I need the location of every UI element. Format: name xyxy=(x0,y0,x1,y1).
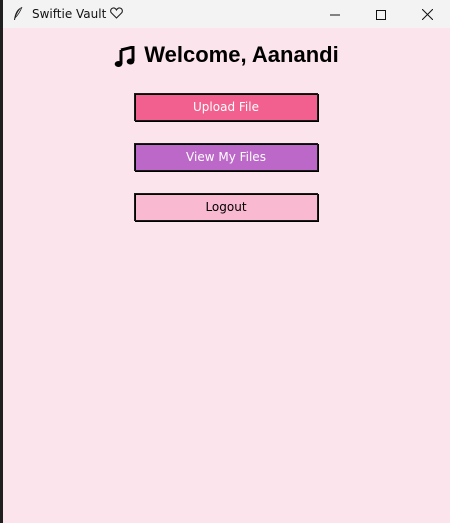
window-controls xyxy=(312,0,450,28)
window-title: Swiftie Vault xyxy=(32,7,107,21)
view-my-files-label: View My Files xyxy=(186,150,266,164)
music-note-icon xyxy=(114,45,136,68)
title-bar[interactable]: Swiftie Vault xyxy=(3,0,450,28)
minimize-icon xyxy=(330,5,340,24)
upload-file-button[interactable]: Upload File xyxy=(134,93,318,121)
logout-button[interactable]: Logout xyxy=(134,193,318,221)
logout-label: Logout xyxy=(205,200,247,214)
minimize-button[interactable] xyxy=(312,0,358,28)
welcome-heading: Welcome, Aanandi xyxy=(3,42,450,68)
maximize-button[interactable] xyxy=(358,0,404,28)
upload-file-label: Upload File xyxy=(193,100,259,114)
main-content: Welcome, Aanandi Upload File View My Fil… xyxy=(3,28,450,523)
close-icon xyxy=(421,5,433,24)
heart-icon xyxy=(110,6,124,22)
view-my-files-button[interactable]: View My Files xyxy=(134,143,318,171)
app-window: Swiftie Vault Welcome, Aanandi Upload Fi… xyxy=(3,0,450,523)
feather-icon xyxy=(11,6,25,22)
welcome-text: Welcome, Aanandi xyxy=(144,42,339,67)
maximize-icon xyxy=(376,5,386,24)
close-button[interactable] xyxy=(404,0,450,28)
